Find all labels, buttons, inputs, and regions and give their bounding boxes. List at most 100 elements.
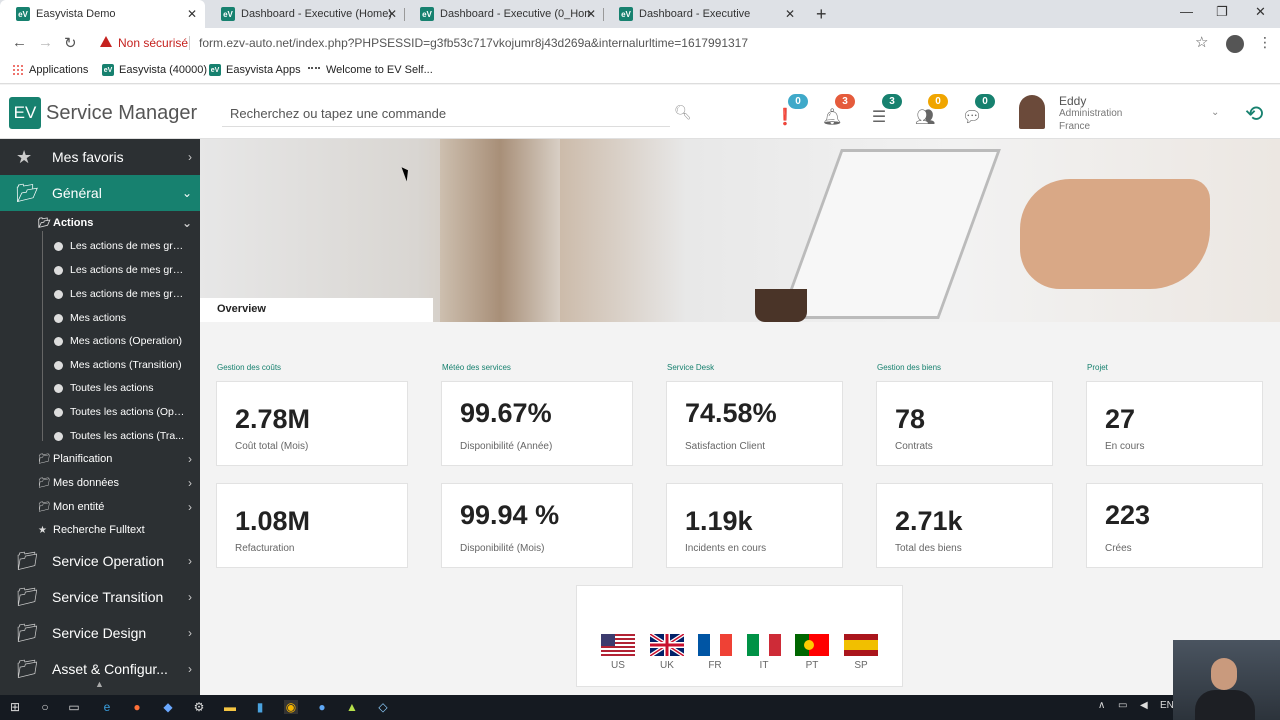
tab-easyvista-demo[interactable]: eV Easyvista Demo ✕ xyxy=(0,0,205,28)
search-icon[interactable]: ○ xyxy=(38,700,52,714)
sidebar-item-service-operation[interactable]: 📁︎ Service Operation › xyxy=(0,543,200,579)
main-content: Overview Gestion des coûts Météo des ser… xyxy=(200,139,1280,695)
back-icon[interactable]: ← xyxy=(12,34,27,51)
flag-pt-icon[interactable] xyxy=(795,634,829,656)
sidebar-item-recherche-fulltext[interactable]: ★ Recherche Fulltext xyxy=(0,518,200,542)
file-explorer-icon[interactable]: ▬ xyxy=(223,700,237,714)
bell-icon[interactable]: 🔔︎ xyxy=(822,107,842,126)
users-icon[interactable]: 👥︎ xyxy=(915,107,935,126)
tab-dashboard-home[interactable]: eV Dashboard - Executive (Home) ✕ xyxy=(205,0,405,28)
kpi-card[interactable]: 1.19k Incidents en cours xyxy=(666,483,843,568)
app-icon[interactable]: ▲ xyxy=(345,700,359,714)
sidebar-action-item[interactable]: Les actions de mes gro... xyxy=(0,282,200,306)
sidebar-action-item[interactable]: Les actions de mes gro... xyxy=(0,234,200,258)
security-label[interactable]: Non sécurisé xyxy=(118,36,188,50)
sidebar-action-item[interactable]: Toutes les actions (Ope... xyxy=(0,400,200,424)
windows-start-icon[interactable]: ⊞ xyxy=(8,700,22,714)
scroll-up-icon[interactable]: ▲ xyxy=(95,679,104,689)
volume-icon[interactable]: ◀ xyxy=(1140,700,1148,711)
flag-uk-icon[interactable] xyxy=(650,634,684,656)
kpi-card[interactable]: 99.67% Disponibilité (Année) xyxy=(441,381,633,466)
ev-favicon-icon: eV xyxy=(619,7,633,21)
task-view-icon[interactable]: ▭ xyxy=(67,700,81,714)
sidebar-action-item[interactable]: Mes actions xyxy=(0,306,200,330)
logout-icon[interactable]: ⟲ xyxy=(1245,101,1263,127)
new-tab-button[interactable]: + xyxy=(816,4,827,25)
close-tab-icon[interactable]: ✕ xyxy=(187,7,197,21)
close-tab-icon[interactable]: ✕ xyxy=(785,7,795,21)
tab-dashboard-executive[interactable]: eV Dashboard - Executive ✕ xyxy=(603,0,803,28)
reload-icon[interactable]: ↻ xyxy=(64,34,77,52)
sidebar-action-item[interactable]: Toutes les actions xyxy=(0,376,200,400)
url-field[interactable]: form.ezv-auto.net/index.php?PHPSESSID=g3… xyxy=(199,36,748,50)
kpi-value: 78 xyxy=(895,404,926,434)
kpi-card[interactable]: 223 Crées xyxy=(1086,483,1263,568)
bell-badge: 3 xyxy=(835,94,855,109)
kpi-card[interactable]: 2.71k Total des biens xyxy=(876,483,1053,568)
ev-logo[interactable]: EV xyxy=(9,97,41,129)
tab-dashboard-0-home[interactable]: eV Dashboard - Executive (0_Home_ ✕ xyxy=(404,0,604,28)
sidebar-item-actions[interactable]: 📂︎ Actions ⌄ xyxy=(0,211,200,235)
kpi-card[interactable]: 1.08M Refacturation xyxy=(216,483,408,568)
minimize-icon[interactable]: — xyxy=(1180,4,1193,19)
windows-taskbar: ⊞ ○ ▭ e ● ◆ ⚙ ▬ ▮ ◉ ● ▲ ◇ ∧ ▭ ◀ ENG xyxy=(0,695,1280,720)
maximize-icon[interactable]: ❐ xyxy=(1216,4,1228,20)
forward-icon[interactable]: → xyxy=(38,34,53,51)
bookmark-easyvista-40000[interactable]: eV Easyvista (40000) xyxy=(102,64,207,76)
bookmark-applications[interactable]: Applications xyxy=(12,64,88,76)
search-icon[interactable]: 🔍︎ xyxy=(674,104,692,121)
sidebar-item-mes-donnees[interactable]: 📁︎ Mes données › xyxy=(0,471,200,495)
bookmark-star-icon[interactable]: ☆ xyxy=(1195,33,1208,51)
section-title: Gestion des biens xyxy=(877,363,942,372)
menu-kebab-icon[interactable]: ⋮ xyxy=(1258,34,1272,51)
sidebar-item-mon-entite[interactable]: 📁︎ Mon entité › xyxy=(0,495,200,519)
bookmark-ev-self[interactable]: Welcome to EV Self... xyxy=(308,64,433,76)
sidebar-action-item[interactable]: Toutes les actions (Tra... xyxy=(0,424,200,448)
kpi-card[interactable]: 2.78M Coût total (Mois) xyxy=(216,381,408,466)
chevron-down-icon[interactable]: ⌄ xyxy=(1211,107,1219,118)
chat-icon[interactable]: 💬︎ xyxy=(962,107,982,126)
kpi-card[interactable]: 74.58% Satisfaction Client xyxy=(666,381,843,466)
sidebar-item-planification[interactable]: 📁︎ Planification › xyxy=(0,447,200,471)
firefox-icon[interactable]: ● xyxy=(130,700,144,714)
folder-icon: 📁︎ xyxy=(38,501,51,513)
flag-fr-icon[interactable] xyxy=(698,634,732,656)
flag-es-icon[interactable] xyxy=(844,634,878,656)
kpi-card[interactable]: 27 En cours xyxy=(1086,381,1263,466)
account-icon[interactable] xyxy=(1226,35,1244,53)
alert-icon[interactable]: ❗ xyxy=(775,107,795,126)
sidebar-action-item[interactable]: Mes actions (Transition) xyxy=(0,353,200,377)
kpi-card[interactable]: 78 Contrats xyxy=(876,381,1053,466)
flag-us-icon[interactable] xyxy=(601,634,635,656)
user-name[interactable]: Eddy xyxy=(1059,94,1086,108)
close-window-icon[interactable]: ✕ xyxy=(1255,4,1266,20)
flag-it-icon[interactable] xyxy=(747,634,781,656)
command-search-input[interactable] xyxy=(222,101,670,127)
arrow-circle-icon xyxy=(54,313,63,323)
folder-icon: 📁︎ xyxy=(38,477,51,489)
kpi-card[interactable]: 99.94 % Disponibilité (Mois) xyxy=(441,483,633,568)
folder-icon: 📁︎ xyxy=(16,622,39,643)
tray-chevron-icon[interactable]: ∧ xyxy=(1098,700,1105,711)
tab-overview[interactable]: Overview xyxy=(200,298,433,322)
sidebar-action-item[interactable]: Mes actions (Operation) xyxy=(0,329,200,353)
app-icon[interactable]: ● xyxy=(315,700,329,714)
network-icon[interactable]: ▭ xyxy=(1118,700,1127,711)
sidebar-item-service-design[interactable]: 📁︎ Service Design › xyxy=(0,615,200,651)
close-tab-icon[interactable]: ✕ xyxy=(387,7,397,21)
chrome-icon[interactable]: ◉ xyxy=(284,700,298,714)
sidebar-item-favorites[interactable]: ★ Mes favoris › xyxy=(0,139,200,175)
sidebar-item-label: Mon entité xyxy=(53,501,105,513)
app-icon[interactable]: ◇ xyxy=(376,700,390,714)
bookmark-easyvista-apps[interactable]: eV Easyvista Apps xyxy=(209,64,301,76)
app-icon[interactable]: ◆ xyxy=(161,700,175,714)
settings-icon[interactable]: ⚙ xyxy=(192,700,206,714)
list-icon[interactable]: ☰ xyxy=(869,107,889,126)
user-avatar[interactable] xyxy=(1019,95,1045,129)
sidebar-action-item[interactable]: Les actions de mes gro... xyxy=(0,258,200,282)
edge-icon[interactable]: e xyxy=(100,700,114,714)
close-tab-icon[interactable]: ✕ xyxy=(586,7,596,21)
sidebar-item-service-transition[interactable]: 📁︎ Service Transition › xyxy=(0,579,200,615)
sidebar-item-general[interactable]: 📂︎ Général ⌄ xyxy=(0,175,200,211)
app-icon[interactable]: ▮ xyxy=(253,700,267,714)
